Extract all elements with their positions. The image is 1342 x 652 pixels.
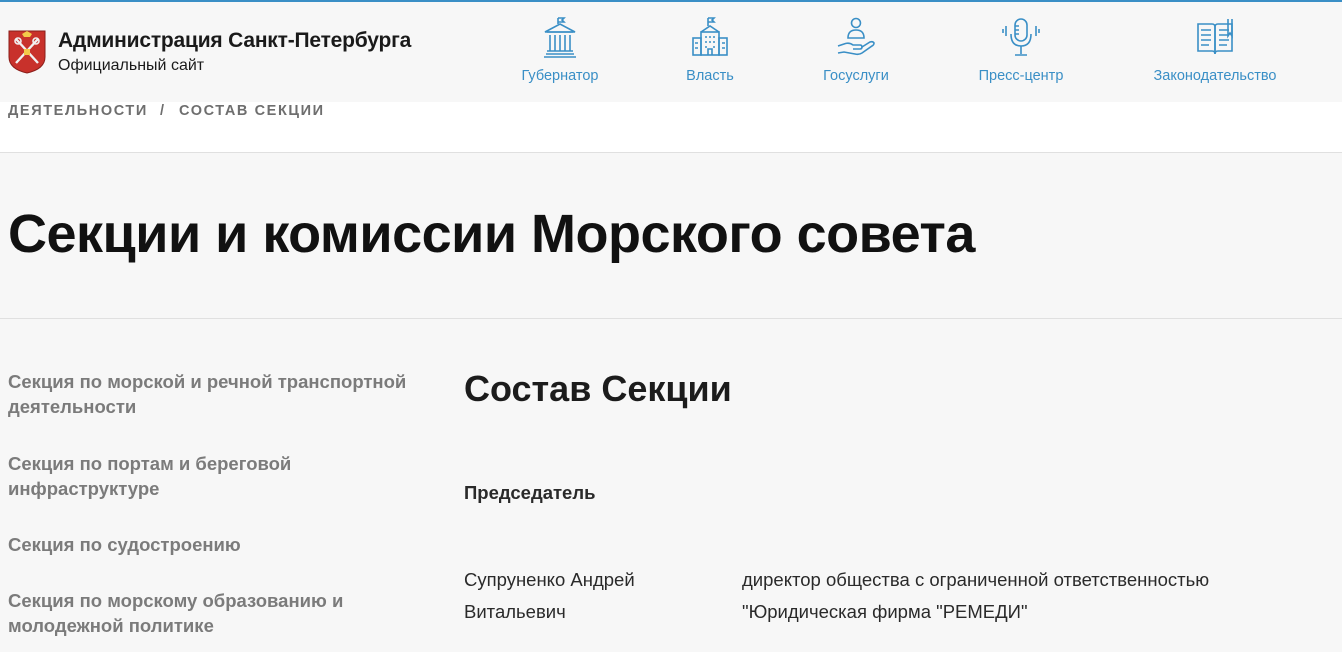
site-title[interactable]: Администрация Санкт-Петербурга bbox=[58, 29, 411, 53]
section-title: Состав Секции bbox=[464, 368, 732, 409]
nav-item-public-services[interactable]: Госуслуги bbox=[820, 16, 892, 92]
site-subtitle: Официальный сайт bbox=[58, 57, 205, 74]
nav-item-authority[interactable]: Власть bbox=[680, 16, 740, 92]
member-name: Супруненко Андрей Витальевич bbox=[464, 569, 635, 622]
nav-label-legislation: Законодательство bbox=[1153, 68, 1277, 84]
nav-label-governor: Губернатор bbox=[521, 68, 599, 84]
sidebar-item-transport[interactable]: Секция по морской и речной транспортной … bbox=[8, 369, 438, 419]
nav-item-legislation[interactable]: Законодательство bbox=[1150, 16, 1280, 92]
nav-label-public-services: Госуслуги bbox=[823, 68, 889, 84]
nav-item-press-center[interactable]: Пресс-центр bbox=[976, 16, 1066, 92]
sidebar-item-education[interactable]: Секция по морскому образованию и молодеж… bbox=[8, 588, 388, 638]
spb-coat-of-arms-logo[interactable] bbox=[8, 29, 46, 74]
breadcrumb-item-activities[interactable]: ДЕЯТЕЛЬНОСТИ bbox=[8, 103, 148, 119]
microphone-icon bbox=[1002, 18, 1040, 56]
nav-label-authority: Власть bbox=[686, 68, 734, 84]
role-heading: Председатель bbox=[464, 482, 596, 503]
breadcrumb-separator: / bbox=[160, 103, 165, 119]
nav-label-press-center: Пресс-центр bbox=[978, 68, 1064, 84]
divider-title bbox=[0, 318, 1342, 319]
member-position: директор общества с ограниченной ответст… bbox=[742, 569, 1210, 622]
sidebar-item-ports[interactable]: Секция по портам и береговой инфраструкт… bbox=[8, 451, 338, 501]
nav-item-governor[interactable]: Губернатор bbox=[520, 16, 600, 92]
page-title: Секции и комиссии Морского совета bbox=[8, 204, 975, 264]
site-header: Администрация Санкт-Петербурга Официальн… bbox=[0, 2, 1342, 102]
open-book-icon bbox=[1197, 19, 1233, 55]
divider-top bbox=[0, 152, 1342, 153]
office-building-flag-icon bbox=[692, 17, 728, 56]
hand-person-icon bbox=[837, 17, 875, 56]
breadcrumb: ДЕЯТЕЛЬНОСТИ / СОСТАВ СЕКЦИИ bbox=[0, 102, 1342, 152]
government-building-icon bbox=[544, 17, 576, 58]
sidebar-item-shipbuilding[interactable]: Секция по судостроению bbox=[8, 532, 438, 557]
breadcrumb-item-current: СОСТАВ СЕКЦИИ bbox=[179, 103, 325, 119]
